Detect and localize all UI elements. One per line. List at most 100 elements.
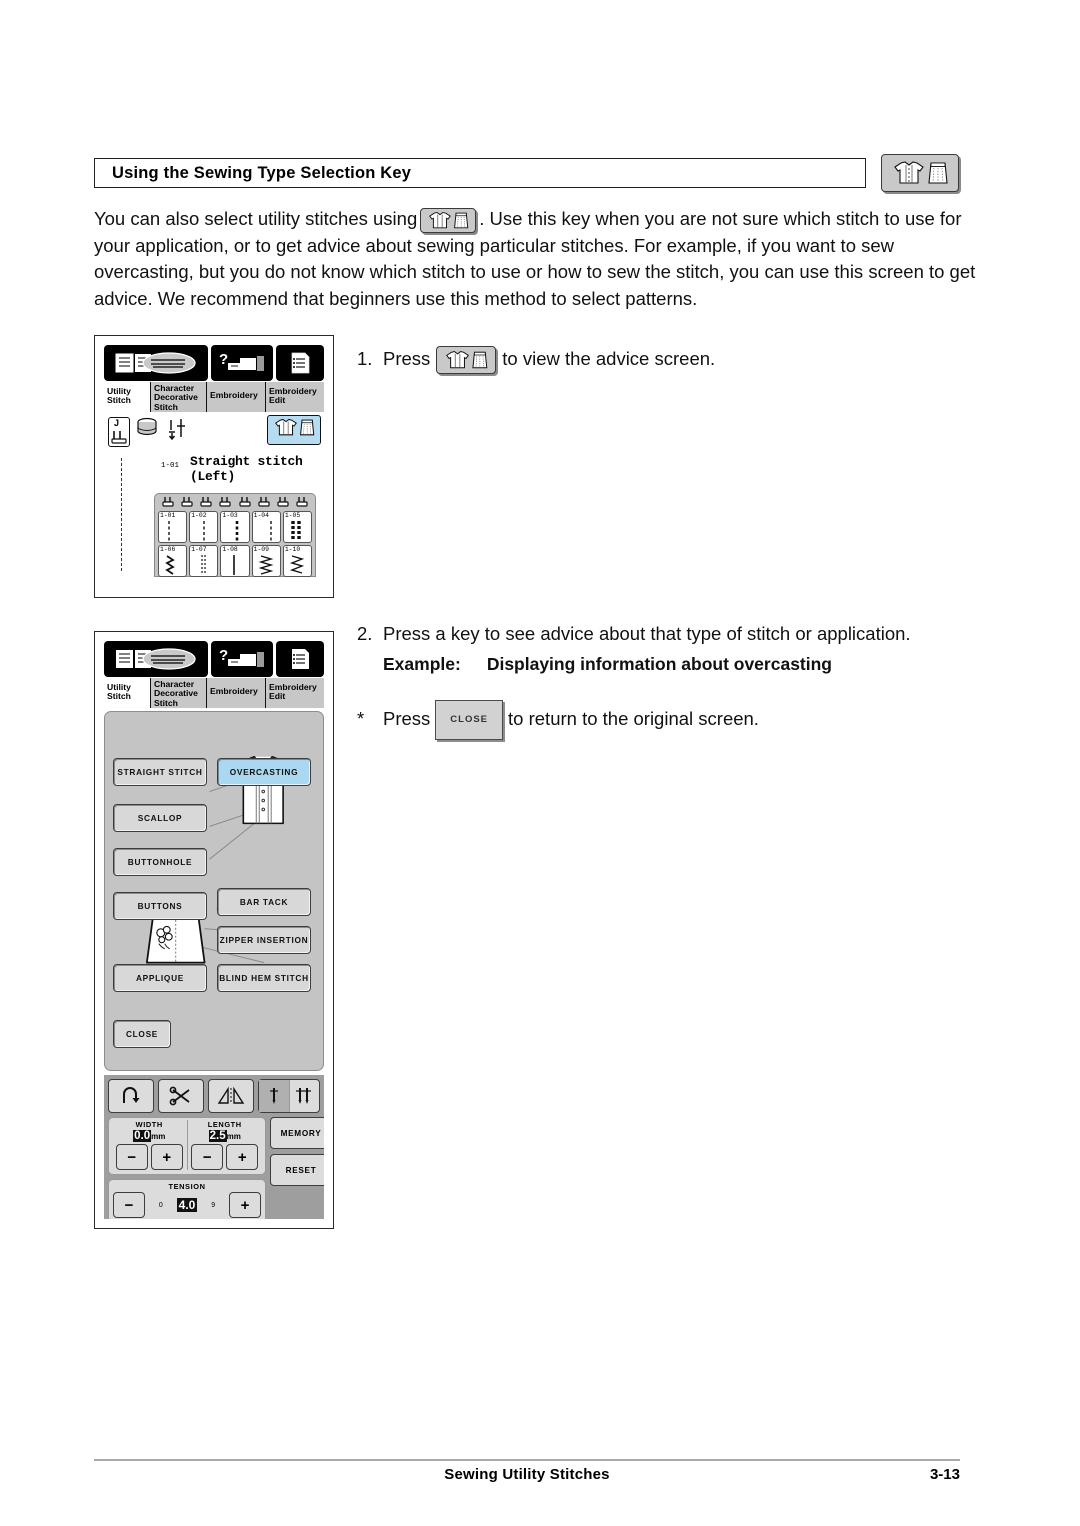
close-key-illustration: CLOSE — [435, 700, 504, 740]
length-setting: LENGTH 2.5mm − + — [186, 1120, 263, 1170]
pattern-cell[interactable]: 1-06 — [158, 545, 188, 577]
step-1-sewing-type-key-icon — [436, 346, 497, 375]
foot-icon — [296, 497, 308, 507]
foot-icon — [239, 497, 251, 507]
advice-button-overcasting[interactable]: OVERCASTING — [217, 758, 311, 786]
advice-button-zipper-insertion[interactable]: ZIPPER INSERTION — [217, 926, 311, 954]
example-text: Displaying information about overcasting — [486, 654, 832, 674]
tab-embroidery-edit[interactable]: Embroidery Edit — [266, 678, 324, 708]
tab-character-decorative-stitch[interactable]: Character Decorative Stitch — [151, 382, 207, 412]
presser-foot-row — [158, 496, 312, 509]
length-minus-button[interactable]: − — [191, 1144, 224, 1170]
lcd-screen-2: ? Utility Stitch Character Decorative St… — [104, 641, 324, 1219]
length-label: LENGTH — [207, 1120, 242, 1129]
step-2-example: Example: Displaying information about ove… — [383, 651, 982, 678]
pattern-cell[interactable]: 1-07 — [189, 545, 219, 577]
needle-guide-icon[interactable] — [104, 345, 208, 381]
foot-icon — [181, 497, 193, 507]
settings-page-icon[interactable] — [276, 345, 324, 381]
tab-character-decorative-stitch[interactable]: Character Decorative Stitch — [151, 678, 207, 708]
needle-drop-guide-line — [121, 458, 122, 571]
pattern-row-1: 1-01 1-02 1-03 1-04 1-05 — [158, 511, 313, 543]
pattern-cell[interactable]: 1-02 — [189, 511, 219, 543]
tab-embroidery[interactable]: Embroidery — [207, 382, 266, 412]
tension-plus-button[interactable]: + — [229, 1192, 261, 1218]
svg-text:?: ? — [219, 647, 228, 664]
foot-icon — [277, 497, 289, 507]
tab-utility-stitch[interactable]: Utility Stitch — [104, 382, 151, 412]
settings-page-icon[interactable] — [276, 641, 324, 677]
advice-panel: STRAIGHT STITCH OVERCASTING SCALLOP BUTT… — [104, 711, 324, 1071]
length-unit: mm — [226, 1132, 241, 1141]
screenshot-stitch-selection: ? Utility Stitch Character Decorative St… — [94, 335, 334, 598]
tab-embroidery-edit[interactable]: Embroidery Edit — [266, 382, 324, 412]
width-minus-button[interactable]: − — [115, 1144, 148, 1170]
pattern-grid: 1-01 1-02 1-03 1-04 1-05 1-06 1-07 1-08 … — [154, 493, 316, 577]
lcd1-body: J 1-01 Straight stitch (Left) 1-01 1-02 … — [104, 412, 324, 578]
advice-button-bar-tack[interactable]: BAR TACK — [217, 888, 311, 916]
advice-button-blind-hem-stitch[interactable]: BLIND HEM STITCH — [217, 964, 311, 992]
step-2-text: Press a key to see advice about that typ… — [383, 623, 911, 644]
pattern-cell[interactable]: 1-03 — [220, 511, 250, 543]
tab-embroidery[interactable]: Embroidery — [207, 678, 266, 708]
pattern-cell[interactable]: 1-04 — [251, 511, 281, 543]
tension-max: 9 — [211, 1201, 216, 1209]
length-plus-button[interactable]: + — [226, 1144, 259, 1170]
step-2: 2. Press a key to see advice about that t… — [357, 620, 982, 678]
pattern-code: 1-03 — [222, 512, 238, 519]
tension-minus-button[interactable]: − — [113, 1192, 145, 1218]
pattern-cell[interactable]: 1-10 — [282, 545, 313, 577]
advice-button-buttonhole[interactable]: BUTTONHOLE — [113, 848, 207, 876]
footer-rule — [94, 1459, 960, 1461]
step-3-bullet: * — [357, 707, 365, 729]
tab-utility-stitch[interactable]: Utility Stitch — [104, 678, 151, 708]
pattern-code: 1-04 — [253, 512, 269, 519]
tension-value: 4.0 — [176, 1198, 198, 1212]
advice-button-straight-stitch[interactable]: STRAIGHT STITCH — [113, 758, 207, 786]
tool-button-row — [108, 1079, 320, 1113]
pattern-code: 1-09 — [253, 546, 269, 553]
pattern-cell[interactable]: 1-05 — [282, 511, 313, 543]
pattern-cell[interactable]: 1-08 — [220, 545, 250, 577]
index-rail: CONTENTS 1 2 — [1000, 0, 1080, 1526]
reset-button[interactable]: RESET — [270, 1154, 324, 1186]
settings-row: WIDTH 0.0mm − + LENGTH 2.5mm − + TENSION… — [108, 1117, 324, 1219]
memory-button[interactable]: MEMORY — [270, 1117, 324, 1149]
lcd-screen-1: ? Utility Stitch Character Decorative St… — [104, 345, 324, 588]
step-3-text-before: Press — [383, 707, 431, 729]
header-sewing-type-key — [881, 154, 959, 192]
intro-text-part1: You can also select utility stitches usi… — [94, 208, 418, 229]
step-2-number: 2. — [357, 623, 373, 644]
width-plus-button[interactable]: + — [150, 1144, 183, 1170]
foot-icon — [162, 497, 174, 507]
mirror-image-icon[interactable] — [208, 1079, 254, 1113]
width-unit: mm — [151, 1132, 166, 1141]
tension-box: TENSION − 0 4.0 9 + — [108, 1179, 266, 1219]
thread-cutter-icon[interactable] — [158, 1079, 204, 1113]
footer-chapter-title: Sewing Utility Stitches — [444, 1466, 610, 1483]
width-label: WIDTH — [135, 1120, 163, 1129]
pattern-cell[interactable]: 1-01 — [158, 511, 188, 543]
pattern-code: 1-01 — [160, 512, 176, 519]
pattern-code: 1-10 — [284, 546, 301, 553]
help-machine-icon[interactable]: ? — [211, 345, 273, 381]
section-header: Using the Sewing Type Selection Key — [94, 154, 960, 206]
single-twin-needle-icon[interactable] — [258, 1079, 320, 1113]
advice-button-scallop[interactable]: SCALLOP — [113, 804, 207, 832]
needle-guide-icon[interactable] — [104, 641, 208, 677]
advice-button-applique[interactable]: APPLIQUE — [113, 964, 207, 992]
current-stitch-number: 1-01 — [161, 462, 180, 470]
pattern-cell[interactable]: 1-09 — [251, 545, 281, 577]
lcd2-tab-row: Utility Stitch Character Decorative Stit… — [104, 678, 324, 708]
reverse-stitch-icon[interactable] — [108, 1079, 154, 1113]
sewing-type-selection-key[interactable] — [267, 415, 321, 445]
footer-page-number: 3-13 — [929, 1466, 960, 1483]
step-1-number: 1. — [357, 348, 373, 369]
example-label: Example: — [383, 654, 461, 674]
advice-button-buttons[interactable]: BUTTONS — [113, 892, 207, 920]
help-machine-icon[interactable]: ? — [211, 641, 273, 677]
page-title: Using the Sewing Type Selection Key — [112, 163, 412, 182]
advice-button-close[interactable]: CLOSE — [113, 1020, 171, 1048]
pattern-code: 1-05 — [284, 512, 301, 519]
stitch-name-line-1: Straight stitch — [190, 454, 303, 469]
